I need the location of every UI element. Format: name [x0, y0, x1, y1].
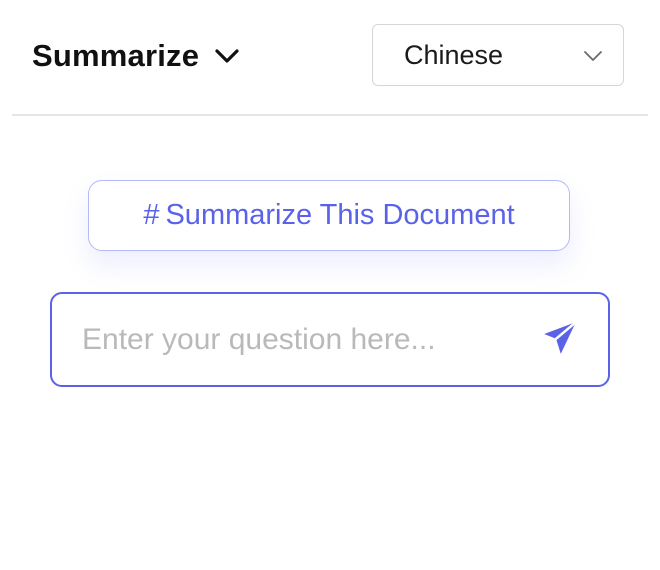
language-selected-value: Chinese	[404, 39, 504, 70]
mode-title: Summarize	[32, 38, 200, 73]
language-select[interactable]: Chinese	[372, 24, 624, 86]
mode-dropdown[interactable]: Summarize	[32, 36, 241, 76]
send-button[interactable]	[540, 320, 580, 360]
chip-label: Summarize This Document	[165, 199, 515, 231]
send-paper-plane-icon	[541, 319, 579, 362]
question-input[interactable]	[82, 316, 522, 364]
summarize-document-chip[interactable]: # Summarize This Document	[88, 180, 570, 251]
question-input-box	[50, 292, 610, 387]
chevron-down-icon	[213, 42, 241, 70]
summarize-panel: Summarize Chinese # Summarize This Docum…	[0, 0, 660, 570]
header-bar: Summarize Chinese	[0, 0, 660, 115]
chevron-down-icon	[583, 46, 603, 66]
hash-icon: #	[143, 199, 160, 231]
header-divider	[12, 114, 648, 116]
